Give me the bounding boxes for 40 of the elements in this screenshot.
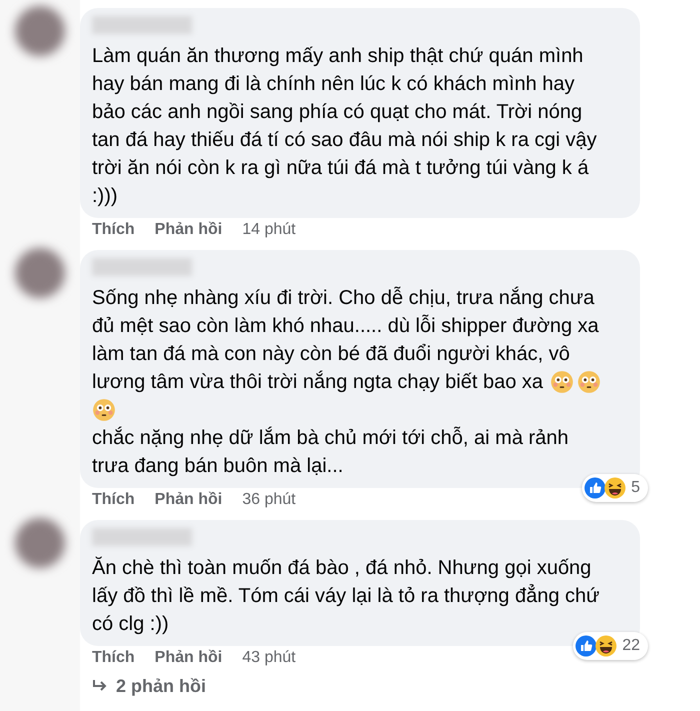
comment-text: lương tâm vừa thôi trời nắng ngta chạy biết bao xa [92, 370, 544, 395]
comment-text: có clg :)) [92, 612, 169, 637]
reply-link[interactable]: Phản hồi [154, 220, 222, 240]
reply-link[interactable]: Phản hồi [154, 648, 222, 668]
view-replies-link[interactable]: 2 phản hồi [80, 670, 206, 696]
comment-text: Ăn chè thì toàn muốn đá bào , đá nhỏ. Nhưng gọi xuống [92, 556, 592, 581]
comment-text: đủ mệt sao còn làm khó nhau..... dù lỗi shipper đường xa [92, 314, 599, 339]
comment-time[interactable]: 43 phút [242, 648, 296, 668]
reaction-badge[interactable]: 22 [573, 632, 648, 660]
flushed-face-icon [550, 370, 574, 394]
laughing-face-icon [604, 477, 626, 499]
avatar[interactable] [15, 6, 65, 56]
like-link[interactable]: Thích [92, 220, 135, 240]
thumbs-up-icon [575, 635, 598, 657]
comment-text: bảo các anh ngồi sang phía có quạt cho mát. Trời nóng [92, 100, 582, 125]
comment-text: :))) [92, 184, 118, 209]
reply-arrow-icon [92, 679, 108, 693]
comment-text: trưa đang bán buôn mà lại... [92, 454, 344, 479]
comment-text: Sống nhẹ nhàng xíu đi trời. Cho dễ chịu, trưa nắng chưa [92, 286, 594, 311]
comment-text: hay bán mang đi là chính nên lúc k có khách mình hay [92, 72, 575, 97]
comment-text: làm tan đá mà con này còn bé đã đuổi người khác, vô [92, 342, 570, 367]
reaction-count: 22 [622, 636, 640, 656]
flushed-face-icon [92, 398, 116, 422]
comment-time[interactable]: 36 phút [242, 490, 296, 510]
comment-time[interactable]: 14 phút [242, 220, 296, 240]
reaction-count: 5 [631, 478, 640, 498]
comment-text: tan đá hay thiếu đá tí có sao đâu mà nói ship k ra cgi vậy [92, 128, 597, 153]
like-link[interactable]: Thích [92, 648, 135, 668]
like-link[interactable]: Thích [92, 490, 135, 510]
laughing-face-icon [595, 635, 618, 657]
comment-text: trời ăn nói còn k ra gì nữa túi đá mà t tưởng túi vàng k á [92, 156, 589, 181]
avatar[interactable] [15, 518, 65, 568]
reaction-badge[interactable]: 5 [582, 474, 648, 502]
avatar[interactable] [15, 248, 65, 298]
comment-text: lấy đồ thì lề mề. Tóm cái váy lại là tỏ ra thượng đẳng chứ [92, 583, 600, 609]
comment-text: chắc nặng nhẹ dữ lắm bà chủ mới tới chỗ, ai mà rảnh [92, 426, 569, 451]
reply-link[interactable]: Phản hồi [154, 490, 222, 510]
comment-text: Làm quán ăn thương mấy anh ship thật chứ quán mình [92, 44, 584, 69]
flushed-face-icon [577, 370, 602, 394]
thumbs-up-icon [584, 477, 606, 499]
